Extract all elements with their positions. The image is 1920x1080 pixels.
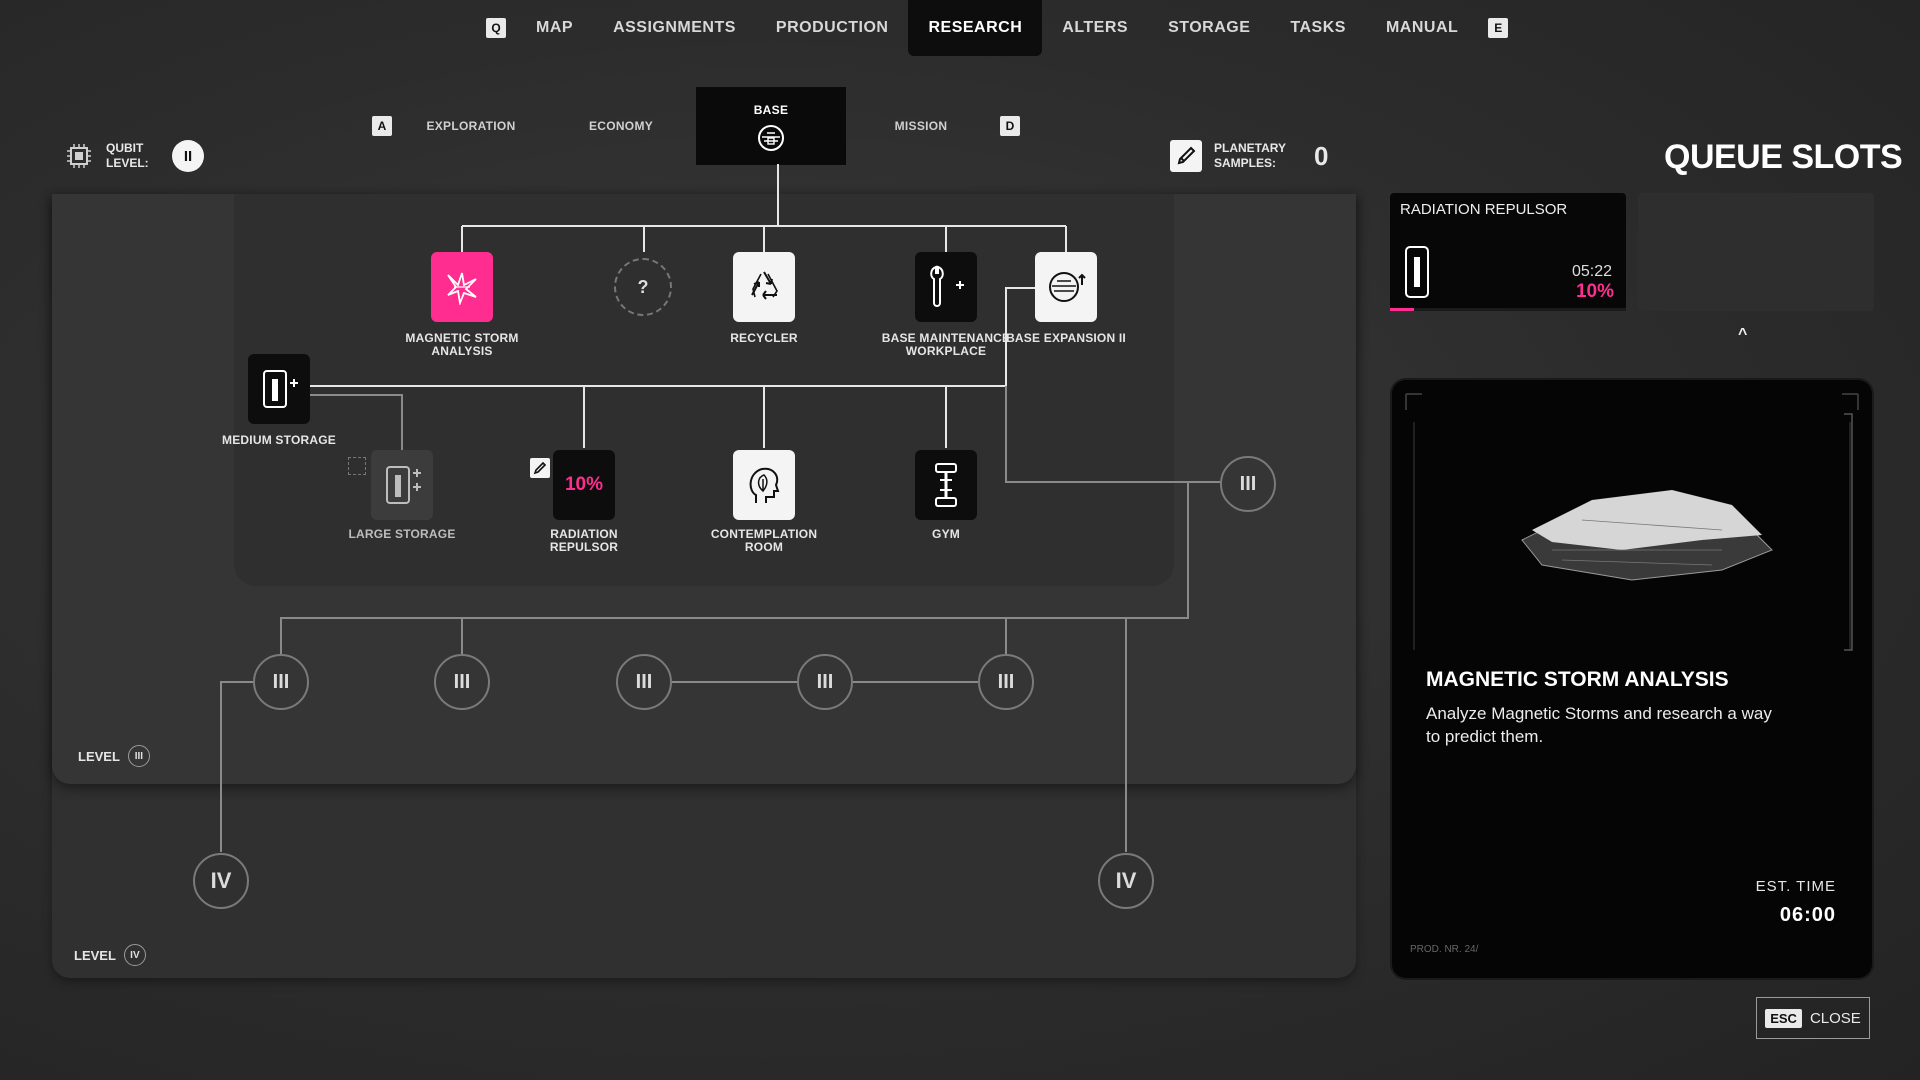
queue-item-name: RADIATION REPULSOR <box>1400 201 1568 218</box>
subtab-base-label: BASE <box>753 103 789 117</box>
planetary-samples-value: 0 <box>1314 140 1329 171</box>
detail-description: Analyze Magnetic Storms and research a w… <box>1426 704 1772 746</box>
node-recycler[interactable] <box>733 252 795 322</box>
node-gym[interactable] <box>915 450 977 520</box>
locked-node-iv[interactable]: IV <box>1098 853 1154 909</box>
node-large-storage[interactable] <box>371 450 433 520</box>
tab-research[interactable]: RESEARCH <box>908 0 1043 56</box>
key-hint-q: Q <box>486 18 506 38</box>
head-leaf-icon <box>749 467 780 503</box>
sample-tube-icon <box>530 458 550 478</box>
recycle-icon <box>751 271 778 300</box>
locked-node-iii[interactable]: III <box>253 654 309 710</box>
node-label-radiation-repulsor: RADIATION REPULSOR <box>549 527 619 554</box>
est-time-value: 06:00 <box>1779 904 1836 926</box>
magnetic-storm-icon <box>447 272 477 305</box>
storage-icon <box>1405 246 1429 298</box>
queue-slot-empty[interactable] <box>1638 193 1874 311</box>
collapse-chevron-icon[interactable]: ^ <box>1738 326 1747 344</box>
subtab-mission[interactable]: MISSION <box>846 119 996 133</box>
est-time-label: EST. TIME <box>1755 878 1836 895</box>
locked-node-iii[interactable]: III <box>978 654 1034 710</box>
storage-double-plus-icon <box>386 466 421 504</box>
node-label-contemplation-room: CONTEMPLATION ROOM <box>710 527 818 554</box>
node-label-gym: GYM <box>932 527 960 541</box>
node-label-magnetic-storm: MAGNETIC STORM ANALYSIS <box>405 331 519 358</box>
wrench-plus-icon <box>930 265 964 307</box>
queue-progress-fill <box>1390 308 1414 311</box>
base-expansion-icon <box>1049 272 1086 302</box>
planetary-samples-label: PLANETARY SAMPLES: <box>1214 141 1286 170</box>
close-button[interactable]: ESC CLOSE <box>1756 997 1870 1039</box>
radiation-repulsor-progress: 10% <box>564 474 604 495</box>
level-iv-badge: IV <box>123 944 146 966</box>
qubit-level: QUBIT LEVEL: II <box>64 140 204 172</box>
tab-manual[interactable]: MANUAL <box>1366 0 1478 56</box>
node-medium-storage[interactable] <box>248 354 310 424</box>
queue-slots-title: QUEUE SLOTS <box>1664 138 1903 176</box>
node-base-maintenance-workplace[interactable] <box>915 252 977 322</box>
esc-key-hint: ESC <box>1765 1008 1802 1028</box>
key-hint-a: A <box>372 116 392 136</box>
queue-progress-track <box>1390 308 1626 311</box>
research-detail-card: MAGNETIC STORM ANALYSIS Analyze Magnetic… <box>1392 380 1872 978</box>
locked-node-iii[interactable]: III <box>1220 456 1276 512</box>
detail-title: MAGNETIC STORM ANALYSIS <box>1426 668 1729 691</box>
dumbbell-icon <box>935 463 957 507</box>
level-iv-text: LEVEL <box>74 947 116 963</box>
locked-node-iii[interactable]: III <box>434 654 490 710</box>
storage-plus-icon <box>263 370 298 408</box>
locked-node-iii[interactable]: III <box>616 654 672 710</box>
level-iv-label: LEVEL IV <box>74 944 146 966</box>
node-label-medium-storage: MEDIUM STORAGE <box>222 433 336 447</box>
qubit-level-label: QUBIT LEVEL: <box>106 141 149 170</box>
node-label-base-maintenance: BASE MAINTENANCE WORKPLACE <box>881 331 1011 358</box>
queue-item-progress-text: 10% <box>1575 281 1614 302</box>
top-nav: Q MAP ASSIGNMENTS PRODUCTION RESEARCH AL… <box>476 0 1518 56</box>
locked-slot-icon <box>348 457 366 475</box>
planetary-samples: PLANETARY SAMPLES: 0 <box>1170 140 1328 172</box>
tab-tasks[interactable]: TASKS <box>1270 0 1366 56</box>
tab-production[interactable]: PRODUCTION <box>756 0 909 56</box>
node-magnetic-storm-analysis[interactable] <box>431 252 493 322</box>
prod-nr: PROD. NR. 24/ <box>1410 944 1479 955</box>
level-iii-label: LEVEL III <box>78 745 150 767</box>
sample-tube-icon <box>1170 140 1202 172</box>
locked-node-iii[interactable]: III <box>797 654 853 710</box>
node-label-recycler: RECYCLER <box>730 331 798 345</box>
key-hint-e: E <box>1488 18 1509 38</box>
subtab-economy[interactable]: ECONOMY <box>546 119 696 133</box>
key-hint-d: D <box>1000 116 1020 136</box>
close-label: CLOSE <box>1809 1009 1861 1027</box>
queue-item-time: 05:22 <box>1571 263 1612 280</box>
level-iii-text: LEVEL <box>78 748 120 764</box>
tab-alters[interactable]: ALTERS <box>1042 0 1148 56</box>
subtab-base[interactable]: BASE <box>696 87 846 165</box>
subtab-exploration[interactable]: EXPLORATION <box>396 119 546 133</box>
base-icon <box>758 125 784 151</box>
locked-node-iv[interactable]: IV <box>193 853 249 909</box>
level-iii-badge: III <box>127 745 150 767</box>
node-radiation-repulsor[interactable]: 10% <box>553 450 615 520</box>
tab-assignments[interactable]: ASSIGNMENTS <box>593 0 756 56</box>
tab-storage[interactable]: STORAGE <box>1148 0 1270 56</box>
node-label-large-storage: LARGE STORAGE <box>348 527 456 541</box>
node-unknown[interactable]: ? <box>614 258 672 316</box>
chip-icon <box>67 144 91 168</box>
node-label-base-expansion: BASE EXPANSION II <box>1006 331 1126 345</box>
sub-nav: A EXPLORATION ECONOMY BASE MISSION D <box>372 87 1020 165</box>
node-contemplation-room[interactable] <box>733 450 795 520</box>
node-base-expansion-ii[interactable] <box>1035 252 1097 322</box>
queue-slot-active[interactable]: RADIATION REPULSOR 05:22 10% <box>1390 193 1626 311</box>
qubit-level-badge: II <box>172 140 204 172</box>
tab-map[interactable]: MAP <box>516 0 593 56</box>
